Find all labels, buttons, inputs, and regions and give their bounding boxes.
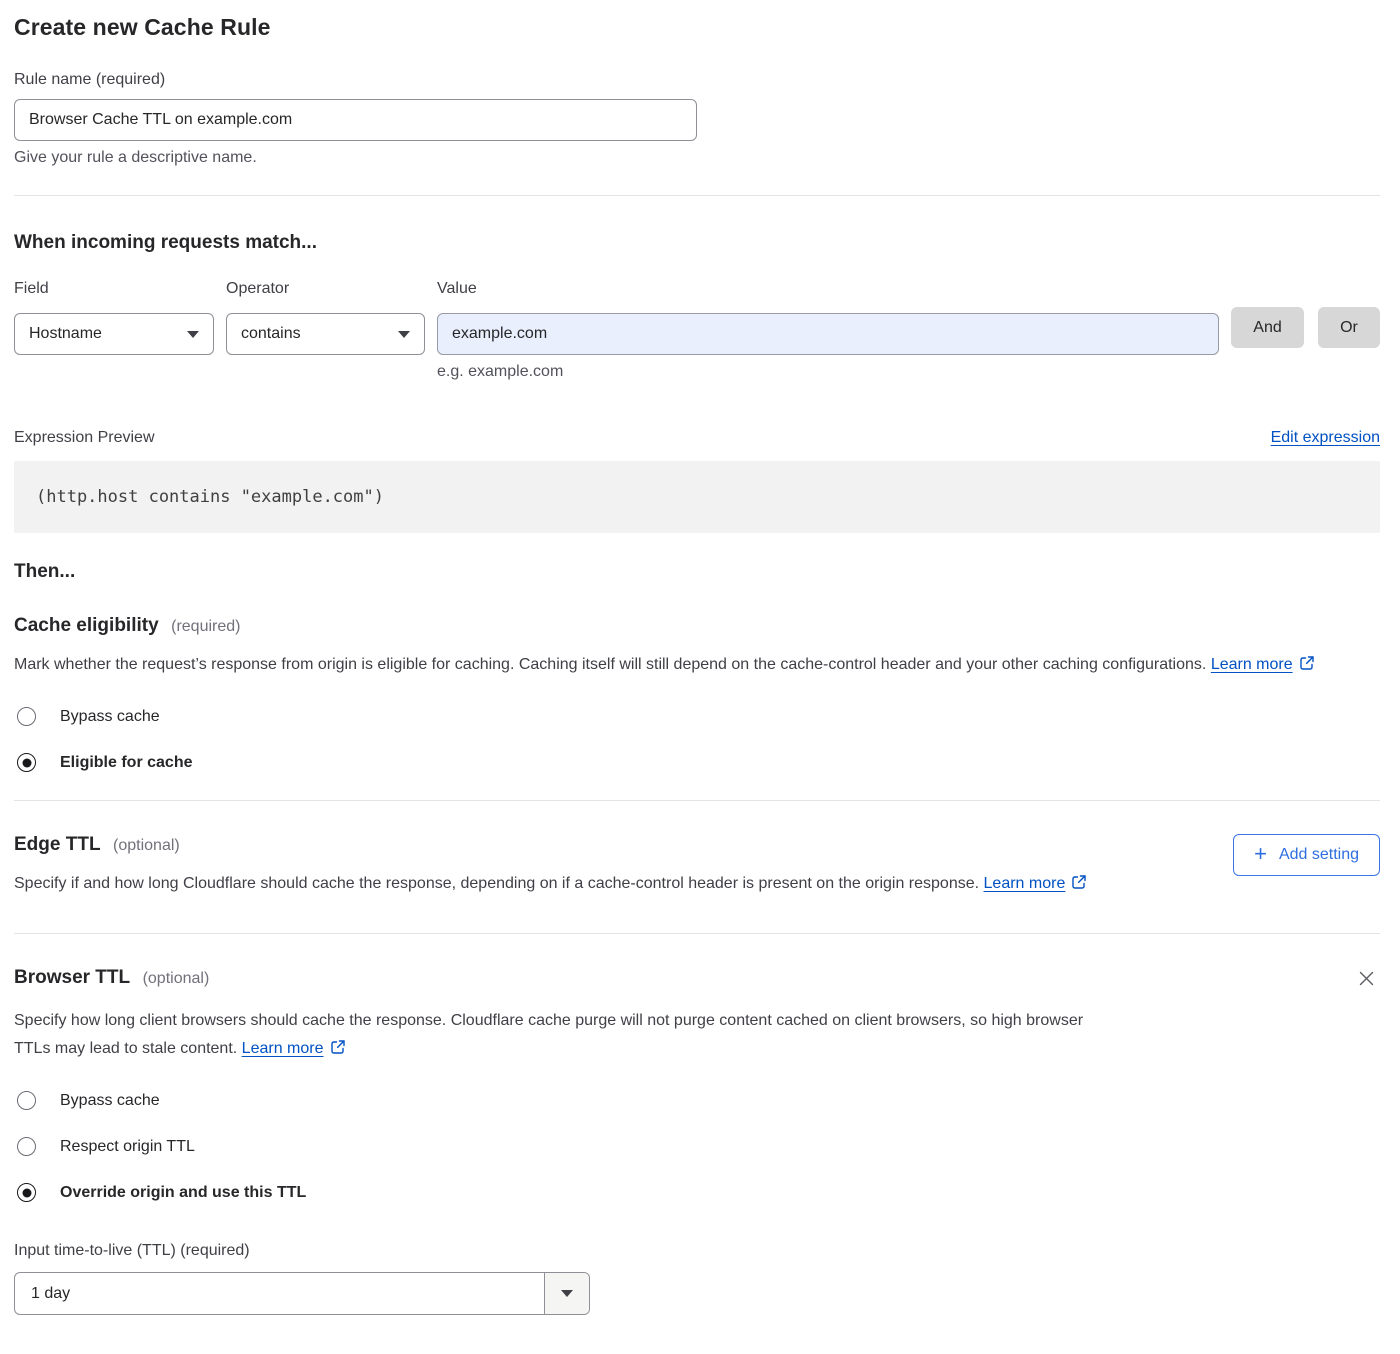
ttl-select[interactable]: 1 day	[14, 1272, 590, 1315]
external-link-icon	[1299, 653, 1315, 681]
value-input[interactable]	[437, 313, 1219, 355]
edit-expression-link[interactable]: Edit expression	[1271, 429, 1380, 447]
field-select-value: Hostname	[29, 325, 102, 343]
match-heading: When incoming requests match...	[14, 232, 1380, 254]
radio-bypass-cache[interactable]: Bypass cache	[14, 1091, 1380, 1110]
close-icon[interactable]	[1355, 967, 1378, 993]
learn-more-link[interactable]: Learn more	[1211, 656, 1293, 673]
add-setting-label: Add setting	[1279, 846, 1359, 864]
expression-preview-label: Expression Preview	[14, 429, 155, 447]
radio-icon	[17, 707, 36, 726]
page-title: Create new Cache Rule	[14, 14, 1380, 41]
field-label: Field	[14, 280, 214, 298]
ttl-select-value: 1 day	[15, 1273, 544, 1314]
radio-respect-origin-ttl[interactable]: Respect origin TTL	[14, 1137, 1380, 1156]
chevron-down-icon	[398, 331, 410, 338]
radio-eligible-for-cache[interactable]: Eligible for cache	[14, 753, 1380, 772]
radio-label: Eligible for cache	[60, 754, 192, 772]
then-heading: Then...	[14, 561, 1380, 583]
browser-ttl-title: Browser TTL	[14, 967, 130, 988]
description-text: Specify how long client browsers should …	[14, 1012, 1083, 1057]
operator-select-value: contains	[241, 325, 301, 343]
radio-checked-icon	[17, 1183, 36, 1202]
radio-override-origin-ttl[interactable]: Override origin and use this TTL	[14, 1183, 1380, 1202]
plus-icon: +	[1254, 843, 1267, 865]
rule-name-help: Give your rule a descriptive name.	[14, 149, 1380, 167]
optional-tag: (optional)	[113, 837, 180, 854]
create-cache-rule-form: Create new Cache Rule Rule name (require…	[0, 0, 1400, 1339]
cache-eligibility-description: Mark whether the request’s response from…	[14, 651, 1366, 681]
required-tag: (required)	[171, 618, 240, 635]
radio-icon	[17, 1137, 36, 1156]
edge-ttl-description: Specify if and how long Cloudflare shoul…	[14, 870, 1087, 900]
add-setting-button[interactable]: + Add setting	[1233, 834, 1380, 876]
radio-label: Bypass cache	[60, 1092, 160, 1110]
value-label: Value	[437, 280, 1219, 298]
browser-ttl-options: Bypass cache Respect origin TTL Override…	[14, 1091, 1380, 1202]
browser-ttl-section: Browser TTL (optional) Specify how long …	[14, 967, 1380, 1315]
value-help: e.g. example.com	[437, 363, 1219, 381]
learn-more-link[interactable]: Learn more	[984, 875, 1066, 892]
radio-checked-icon	[17, 753, 36, 772]
edge-ttl-section: Edge TTL (optional) Specify if and how l…	[14, 834, 1380, 900]
cache-eligibility-section: Cache eligibility (required) Mark whethe…	[14, 615, 1380, 772]
rule-name-label: Rule name (required)	[14, 71, 1380, 89]
rule-name-input[interactable]	[14, 99, 697, 141]
ttl-input-label: Input time-to-live (TTL) (required)	[14, 1242, 1380, 1260]
radio-bypass-cache[interactable]: Bypass cache	[14, 707, 1380, 726]
description-text: Mark whether the request’s response from…	[14, 656, 1206, 673]
radio-icon	[17, 1091, 36, 1110]
cache-eligibility-title: Cache eligibility	[14, 615, 159, 636]
learn-more-link[interactable]: Learn more	[242, 1040, 324, 1057]
chevron-down-icon	[187, 331, 199, 338]
expression-code: (http.host contains "example.com")	[14, 461, 1380, 533]
radio-label: Override origin and use this TTL	[60, 1184, 306, 1202]
external-link-icon	[1071, 872, 1087, 900]
divider	[14, 933, 1380, 934]
match-condition-row: Field Hostname Operator contains Value e…	[14, 280, 1380, 381]
radio-label: Respect origin TTL	[60, 1138, 195, 1156]
and-button[interactable]: And	[1231, 307, 1304, 348]
radio-label: Bypass cache	[60, 708, 160, 726]
cache-eligibility-options: Bypass cache Eligible for cache	[14, 707, 1380, 772]
operator-select[interactable]: contains	[226, 313, 425, 355]
divider	[14, 800, 1380, 801]
description-text: Specify if and how long Cloudflare shoul…	[14, 875, 979, 892]
ttl-select-arrow[interactable]	[544, 1273, 589, 1314]
chevron-down-icon	[561, 1290, 573, 1297]
external-link-icon	[330, 1037, 346, 1065]
browser-ttl-description: Specify how long client browsers should …	[14, 1007, 1112, 1065]
edge-ttl-title: Edge TTL	[14, 834, 101, 855]
or-button[interactable]: Or	[1318, 307, 1380, 348]
field-select[interactable]: Hostname	[14, 313, 214, 355]
divider	[14, 195, 1380, 196]
operator-label: Operator	[226, 280, 425, 298]
optional-tag: (optional)	[143, 970, 210, 987]
